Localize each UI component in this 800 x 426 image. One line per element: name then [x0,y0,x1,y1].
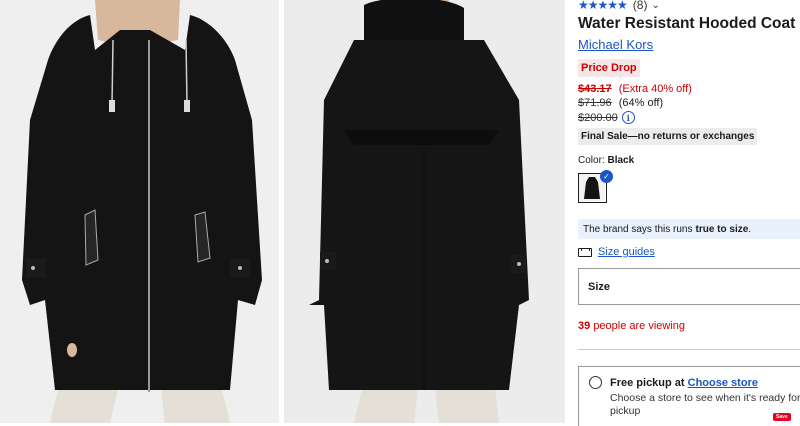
pickup-option[interactable]: Free pickup at Choose store Choose a sto… [578,366,800,426]
choose-store-link[interactable]: Choose store [688,377,758,389]
size-label: Size [588,280,611,293]
price-drop-badge: Price Drop [578,59,640,77]
pickup-radio[interactable] [589,376,602,389]
pin-save-button[interactable]: Save [773,413,791,421]
original-price-row: $200.00 i [578,111,635,124]
coat-front-illustration [0,0,279,423]
size-guides-label: Size guides [598,246,655,258]
size-selector[interactable]: Size [578,268,800,305]
star-rating-icon: ★★★★★ [578,0,628,12]
product-image-front[interactable] [0,0,279,423]
rating-count: (8) [632,0,648,12]
original-price: $200.00 [578,111,618,124]
sale-price-row: $43.17 (Extra 40% off) [578,83,692,95]
sale-price: $43.17 [578,83,612,95]
final-sale-notice: Final Sale—no returns or exchanges [578,128,758,145]
pickup-description: Choose a store to see when it's ready fo… [610,392,800,417]
color-label: Color: Black [578,155,634,166]
was-price-row: $71.96 (64% off) [578,97,663,109]
brand-link[interactable]: Michael Kors [578,37,653,52]
chevron-down-icon: ⌄ [651,0,660,11]
fit-text: The brand says this runs [583,223,693,235]
coat-back-illustration [284,0,565,423]
viewing-text: people are viewing [593,320,686,332]
pickup-title-text: Free pickup at [610,377,685,389]
was-discount: (64% off) [618,97,664,109]
viewers-notice: 39 people are viewing [578,320,685,332]
product-title: Water Resistant Hooded Coat [578,15,796,32]
was-price: $71.96 [578,97,612,109]
color-value: Black [607,155,635,166]
product-details-panel: ★★★★★ (8) ⌄ Water Resistant Hooded Coat … [578,0,800,426]
product-image-back[interactable] [284,0,565,423]
extra-discount: (Extra 40% off) [618,83,692,95]
selected-check-icon: ✓ [600,170,613,183]
rating[interactable]: ★★★★★ (8) ⌄ [578,0,660,12]
fit-notice: The brand says this runs true to size . [578,219,800,239]
divider [578,349,800,350]
fit-period: . [748,223,752,235]
size-guides-link[interactable]: Size guides [578,246,655,258]
pickup-title: Free pickup at Choose store [610,377,758,389]
ruler-icon [578,247,592,257]
info-icon[interactable]: i [621,111,635,124]
fit-emphasis: true to size [695,223,749,235]
color-label-text: Color: [578,155,605,166]
viewing-count: 39 [578,320,591,332]
